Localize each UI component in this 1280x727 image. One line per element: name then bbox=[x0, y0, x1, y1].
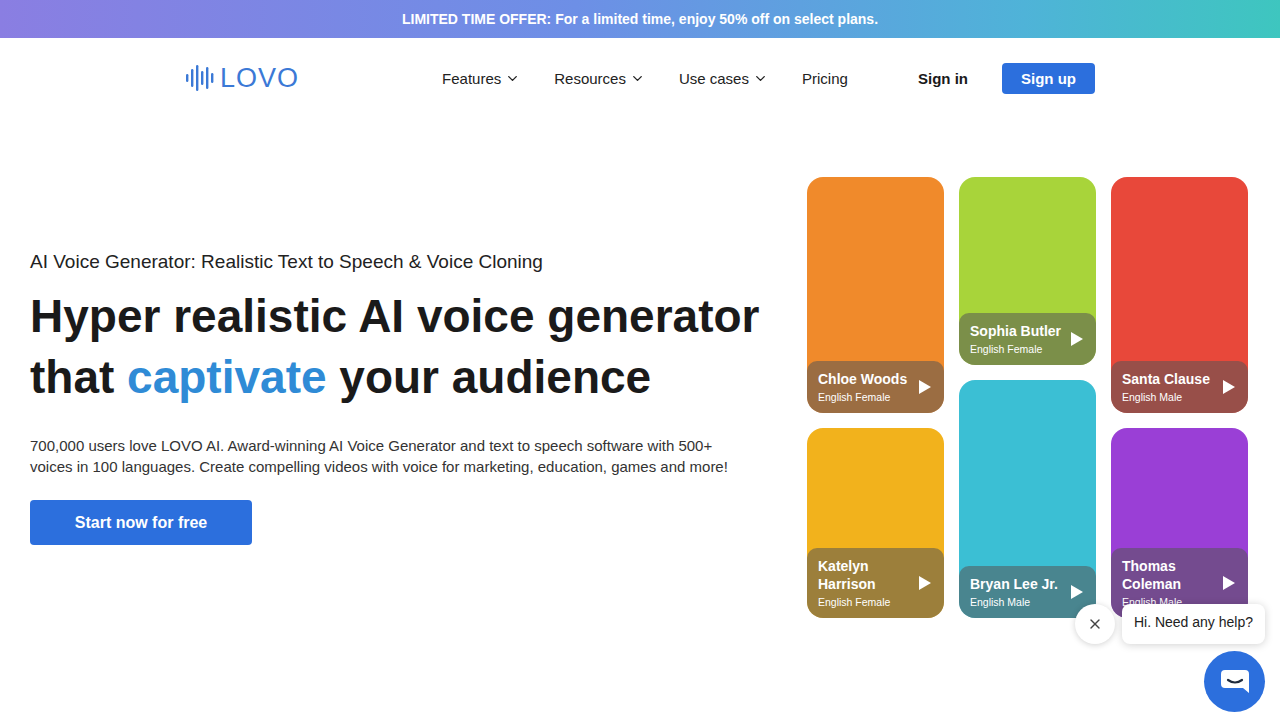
voice-card[interactable]: Katelyn Harrison English Female bbox=[807, 428, 944, 618]
headline-segment: captivate bbox=[127, 351, 326, 403]
play-icon[interactable] bbox=[1070, 584, 1084, 600]
headline-line: Hyper realistic AI voice generator bbox=[30, 286, 791, 347]
voice-card-text: Chloe Woods English Female bbox=[818, 370, 912, 404]
voice-language: English Female bbox=[970, 343, 1064, 356]
voice-name: Chloe Woods bbox=[818, 370, 912, 388]
logo-text[interactable]: LOVO bbox=[220, 63, 299, 94]
voice-card-caption[interactable]: Katelyn Harrison English Female bbox=[807, 548, 944, 618]
voice-name: Bryan Lee Jr. bbox=[970, 575, 1064, 593]
chevron-down-icon[interactable] bbox=[753, 71, 768, 86]
voice-language: English Male bbox=[1122, 391, 1216, 404]
play-icon[interactable] bbox=[1070, 331, 1084, 347]
voice-language: English Female bbox=[818, 596, 912, 609]
hero-eyebrow: AI Voice Generator: Realistic Text to Sp… bbox=[30, 251, 791, 273]
sign-in-link[interactable]: Sign in bbox=[918, 70, 968, 87]
nav-links: Features Resources Use cases Pricing bbox=[442, 70, 848, 87]
voice-language: English Male bbox=[970, 596, 1064, 609]
play-icon[interactable] bbox=[918, 379, 932, 395]
auth-area: Sign in Sign up bbox=[918, 63, 1095, 94]
headline-line: that captivate your audience bbox=[30, 347, 791, 408]
voice-card-text: Thomas ColemanEnglish Male bbox=[1122, 557, 1216, 609]
logo-wave-icon bbox=[186, 63, 214, 93]
play-icon[interactable] bbox=[1222, 575, 1236, 591]
nav-item[interactable]: Pricing bbox=[802, 70, 848, 87]
headline-segment: that bbox=[30, 351, 127, 403]
voice-card-caption[interactable]: Bryan Lee Jr. English Male bbox=[959, 566, 1096, 618]
page: LIMITED TIME OFFER: For a limited time, … bbox=[0, 0, 1280, 727]
voice-gallery: Chloe WoodsEnglish FemaleKatelyn Harriso… bbox=[807, 118, 1280, 618]
voice-name: Santa Clause bbox=[1122, 370, 1216, 388]
voice-card-caption[interactable]: Sophia Butler English Female bbox=[959, 313, 1096, 365]
nav-item-label[interactable]: Features bbox=[442, 70, 501, 87]
voice-card-text: Katelyn Harrison English Female bbox=[818, 557, 912, 609]
voice-card-caption[interactable]: Santa Clause English Male bbox=[1111, 361, 1248, 413]
play-icon[interactable] bbox=[1222, 379, 1236, 395]
voice-column: Sophia Butler English Female Bryan Lee Jr.… bbox=[959, 177, 1096, 618]
chat-widget: Hi. Need any help? bbox=[1075, 604, 1265, 712]
headline-segment: Hyper realistic AI voice generator bbox=[30, 290, 760, 342]
promo-banner[interactable]: LIMITED TIME OFFER: For a limited time, … bbox=[0, 0, 1280, 38]
voice-card-text: Sophia Butler English Female bbox=[970, 322, 1064, 356]
voice-card[interactable]: Thomas ColemanEnglish Male bbox=[1111, 428, 1248, 618]
chevron-down-icon[interactable] bbox=[630, 71, 645, 86]
start-free-button[interactable]: Start now for free bbox=[30, 500, 252, 545]
voice-name: Sophia Butler bbox=[970, 322, 1064, 340]
hero-text: AI Voice Generator: Realistic Text to Sp… bbox=[0, 118, 807, 545]
voice-card-caption[interactable]: Chloe Woods English Female bbox=[807, 361, 944, 413]
voice-name: Thomas Coleman bbox=[1122, 557, 1216, 593]
voice-language: English Female bbox=[818, 391, 912, 404]
nav-item[interactable]: Resources bbox=[554, 70, 645, 87]
voice-card[interactable]: Santa Clause English Male bbox=[1111, 177, 1248, 413]
headline-segment: your audience bbox=[327, 351, 652, 403]
nav-item-label[interactable]: Pricing bbox=[802, 70, 848, 87]
nav-item[interactable]: Use cases bbox=[679, 70, 768, 87]
hero-headline: Hyper realistic AI voice generatorthat c… bbox=[30, 286, 791, 408]
sign-up-button[interactable]: Sign up bbox=[1002, 63, 1095, 94]
hero: AI Voice Generator: Realistic Text to Sp… bbox=[0, 118, 1280, 618]
chat-launcher-button[interactable] bbox=[1204, 651, 1265, 712]
chat-close-button[interactable] bbox=[1075, 604, 1115, 644]
play-icon[interactable] bbox=[918, 575, 932, 591]
voice-name: Katelyn Harrison bbox=[818, 557, 912, 593]
chat-greeting[interactable]: Hi. Need any help? bbox=[1122, 604, 1265, 644]
top-nav: LOVO Features Resources Use cases Pricing Sig… bbox=[0, 38, 1280, 118]
voice-card[interactable]: Chloe Woods English Female bbox=[807, 177, 944, 413]
chat-icon bbox=[1220, 668, 1250, 696]
voice-card[interactable]: Sophia Butler English Female bbox=[959, 177, 1096, 365]
nav-item-label[interactable]: Resources bbox=[554, 70, 626, 87]
nav-item-label[interactable]: Use cases bbox=[679, 70, 749, 87]
close-icon[interactable] bbox=[1087, 616, 1103, 632]
voice-column: Santa Clause English Male Thomas ColemanEn… bbox=[1111, 177, 1248, 618]
voice-card-text: Santa Clause English Male bbox=[1122, 370, 1216, 404]
nav-item[interactable]: Features bbox=[442, 70, 520, 87]
hero-description: 700,000 users love LOVO AI. Award-winnin… bbox=[30, 435, 750, 477]
chevron-down-icon[interactable] bbox=[505, 71, 520, 86]
voice-column: Chloe WoodsEnglish FemaleKatelyn Harriso… bbox=[807, 177, 944, 618]
voice-card[interactable]: Bryan Lee Jr. English Male bbox=[959, 380, 1096, 618]
chat-prompt-row: Hi. Need any help? bbox=[1075, 604, 1265, 644]
voice-card-text: Bryan Lee Jr. English Male bbox=[970, 575, 1064, 609]
logo[interactable]: LOVO bbox=[186, 63, 299, 94]
